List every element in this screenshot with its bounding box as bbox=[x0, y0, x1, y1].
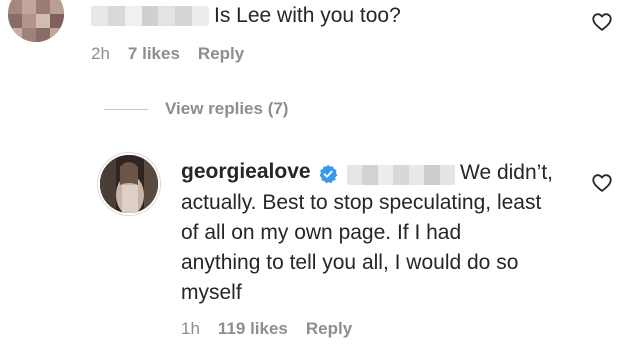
verified-badge-icon bbox=[319, 164, 338, 184]
redacted-username[interactable] bbox=[91, 6, 209, 26]
likes-count[interactable]: 7 likes bbox=[128, 44, 180, 64]
reply-text-line: myself bbox=[181, 281, 242, 304]
likes-count[interactable]: 119 likes bbox=[218, 319, 288, 339]
reply-text-line: anything to tell you all, I would do so bbox=[181, 251, 519, 274]
reply-button[interactable]: Reply bbox=[198, 44, 244, 64]
avatar-photo bbox=[100, 155, 158, 213]
comment-meta: 1h 119 likes Reply bbox=[181, 319, 352, 339]
reply-text-line: of all on my own page. If I had bbox=[181, 221, 462, 244]
heart-icon[interactable] bbox=[591, 172, 613, 194]
timestamp: 1h bbox=[181, 319, 200, 338]
username-link[interactable]: georgiealove bbox=[181, 160, 311, 184]
reply-button[interactable]: Reply bbox=[306, 319, 352, 339]
avatar[interactable] bbox=[98, 153, 160, 215]
view-replies-button[interactable]: View replies (7) bbox=[165, 99, 288, 119]
comment-meta: 2h 7 likes Reply bbox=[91, 44, 244, 64]
avatar[interactable] bbox=[8, 0, 64, 42]
reply-text: actually. Best to stop speculating, leas… bbox=[181, 188, 571, 308]
reply-text-line: actually. Best to stop speculating, leas… bbox=[181, 191, 542, 214]
heart-icon[interactable] bbox=[591, 11, 613, 33]
timestamp: 2h bbox=[91, 44, 110, 63]
comment-text: Is Lee with you too? bbox=[214, 4, 401, 27]
reply-text-first-line: We didn’t, bbox=[460, 161, 553, 184]
replies-divider bbox=[104, 109, 148, 110]
redacted-mention[interactable] bbox=[347, 165, 455, 185]
